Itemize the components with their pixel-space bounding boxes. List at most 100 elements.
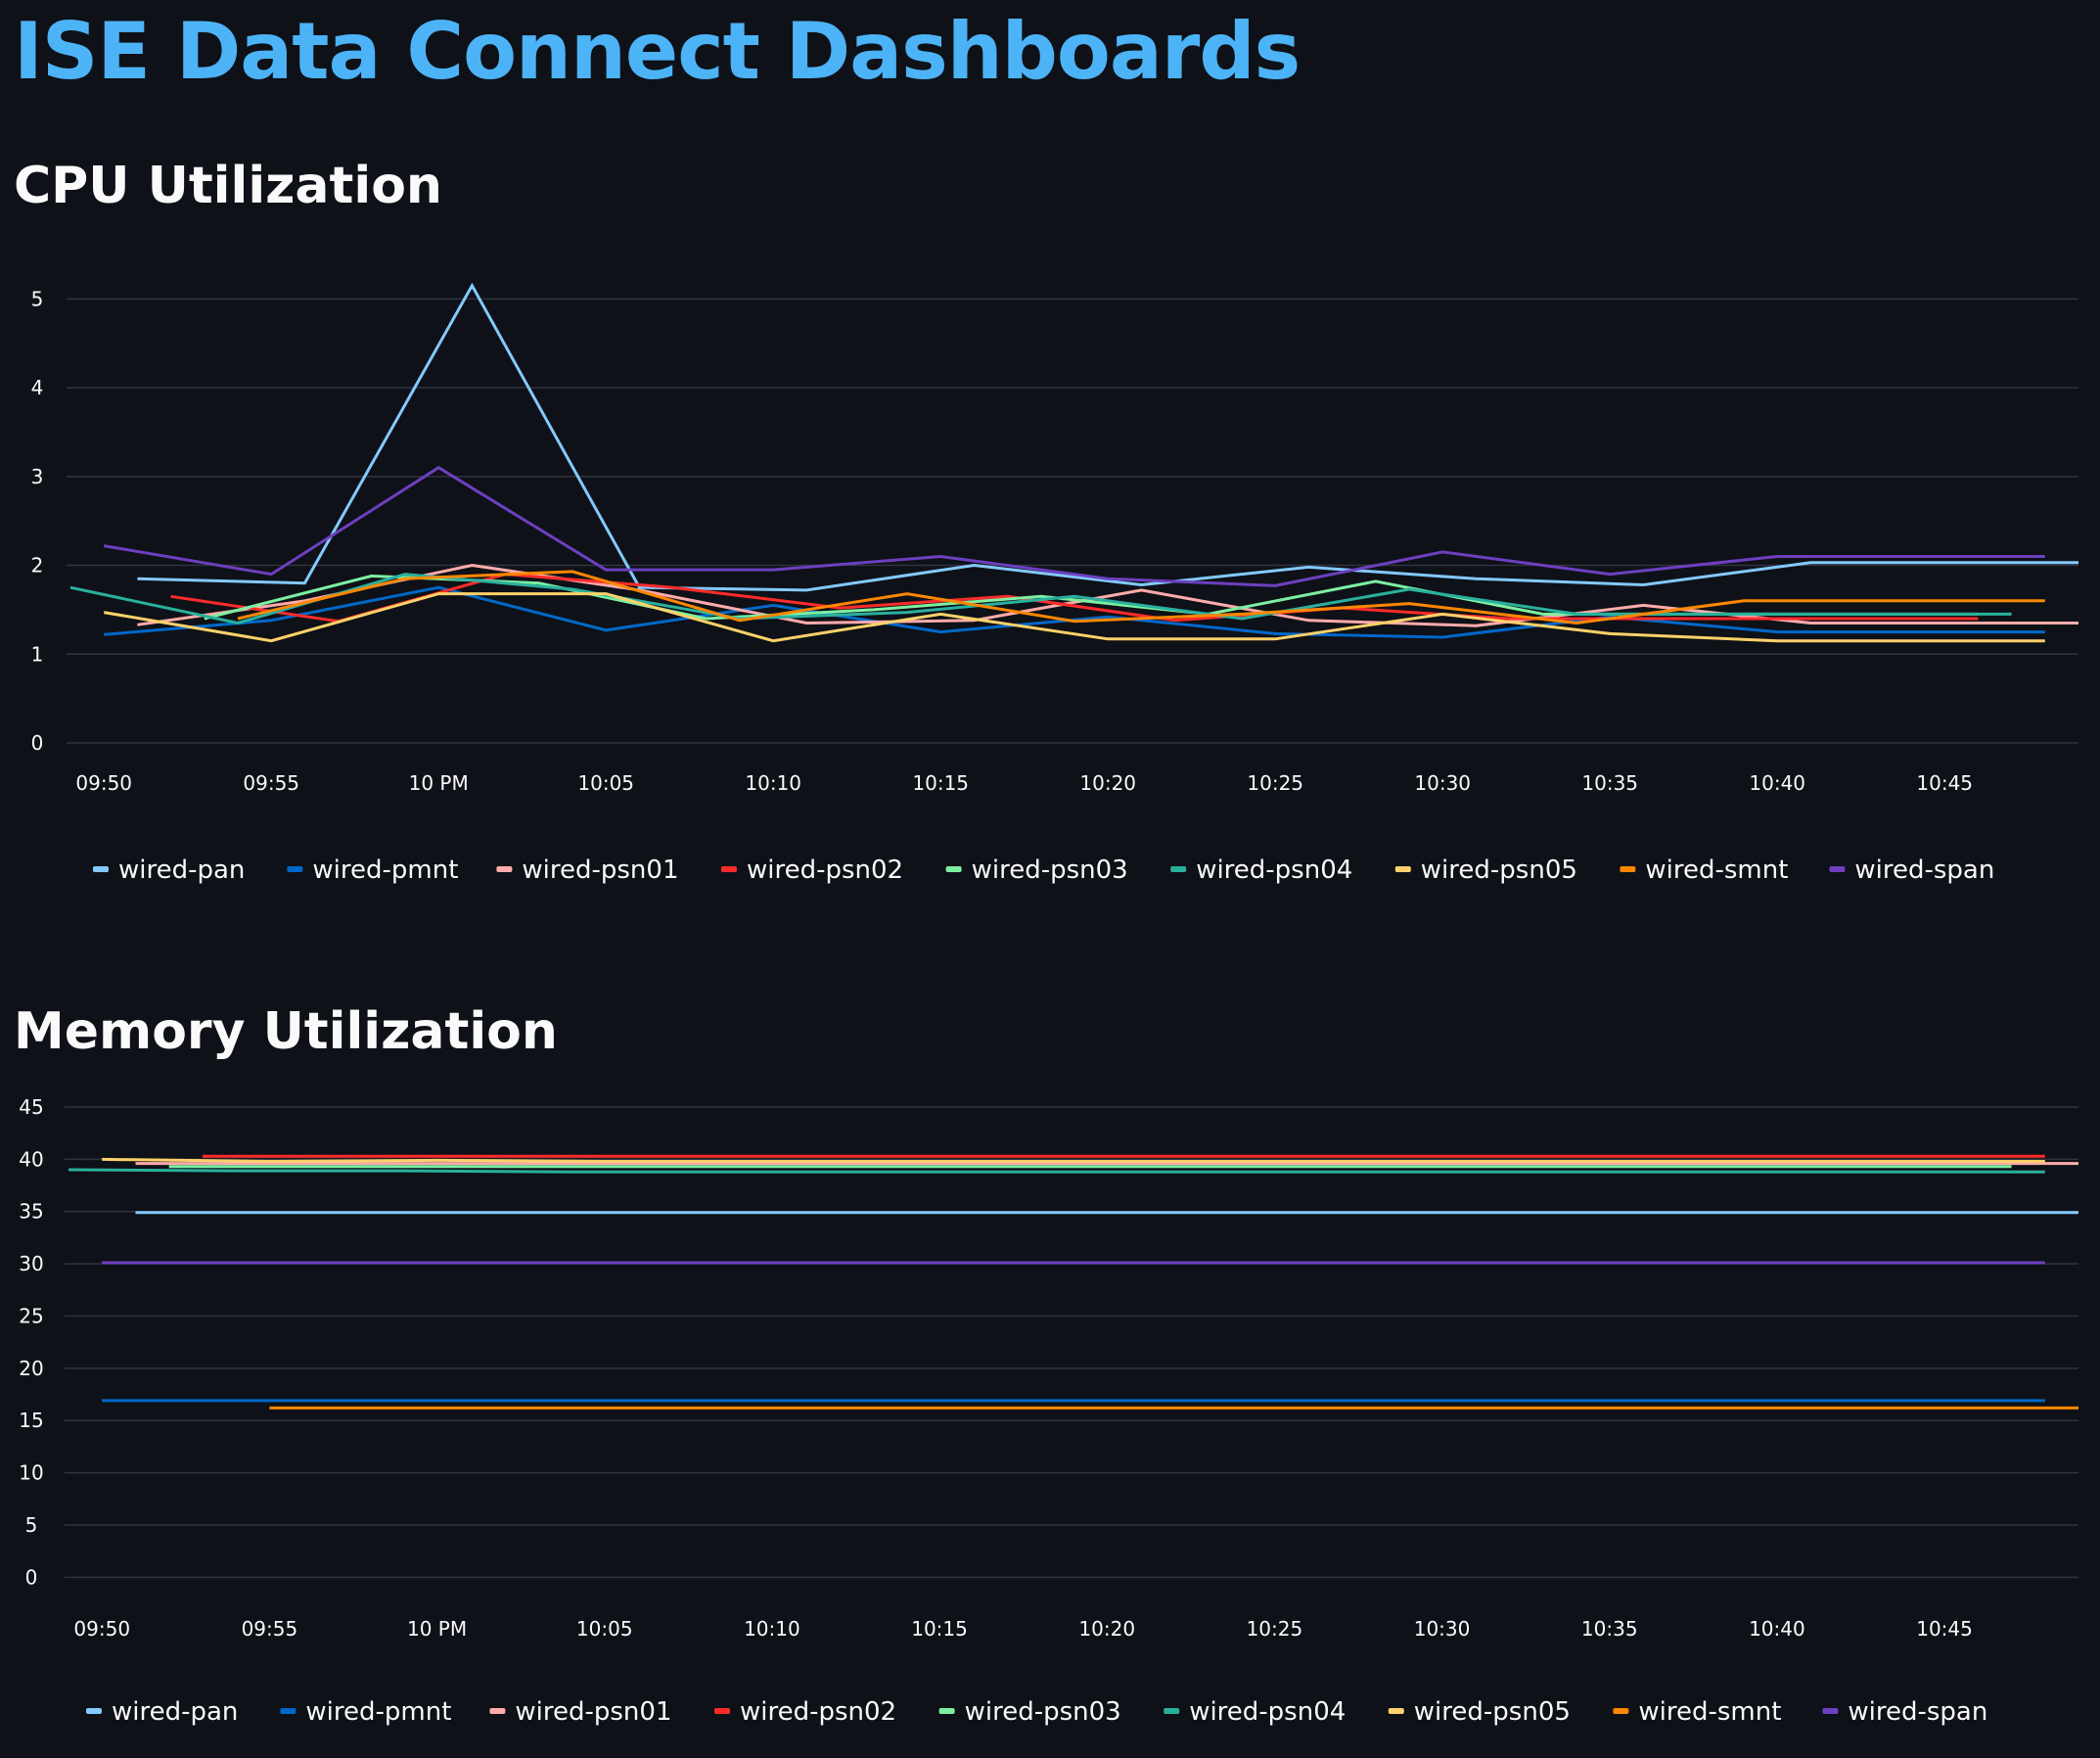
- legend-swatch: [1620, 866, 1636, 872]
- x-tick-label: 10:30: [1414, 771, 1471, 795]
- x-tick-label: 10:05: [577, 771, 634, 795]
- y-tick-label: 30: [19, 1252, 43, 1275]
- legend-item-wired-psn01[interactable]: wired-psn01: [496, 856, 679, 885]
- legend-swatch: [1822, 1708, 1839, 1714]
- memory-utilization-chart[interactable]: 0 5 10 15 20 25 30 35 40 45 09:50 09:55 10 PM 10:05 10…: [0, 1077, 2100, 1752]
- legend-item-wired-psn02[interactable]: wired-psn02: [714, 1697, 896, 1727]
- x-tick-label: 10:20: [1078, 1617, 1135, 1641]
- x-tick-label: 10 PM: [409, 771, 469, 795]
- legend-swatch: [1388, 1708, 1404, 1714]
- x-tick-label: 10:20: [1079, 771, 1136, 795]
- legend-swatch: [287, 866, 303, 872]
- x-tick-label: 10:25: [1247, 1617, 1303, 1641]
- y-tick-label: 25: [19, 1304, 43, 1327]
- legend-swatch: [714, 1708, 730, 1714]
- legend-swatch: [938, 1708, 955, 1714]
- y-tick-label: 40: [19, 1147, 43, 1171]
- x-tick-label: 09:50: [75, 771, 132, 795]
- legend-item-wired-span[interactable]: wired-span: [1822, 1697, 1987, 1727]
- y-tick-label: 2: [31, 554, 44, 578]
- legend-swatch: [945, 866, 962, 872]
- cpu-utilization-chart[interactable]: 0 1 2 3 4 5 09:50 09:55 10 PM 10:05 10:10 10:15 10:2…: [0, 254, 2100, 901]
- y-tick-label: 45: [19, 1095, 43, 1119]
- series-line-wired-span[interactable]: [103, 465, 2045, 587]
- legend-swatch: [280, 1708, 297, 1714]
- memory-series-lines: [68, 1154, 2078, 1410]
- legend-label: wired-psn04: [1189, 1697, 1346, 1727]
- legend-swatch: [1829, 866, 1846, 872]
- legend-label: wired-psn02: [740, 1697, 896, 1727]
- x-tick-label: 09:55: [242, 1617, 298, 1641]
- legend-label: wired-psn01: [522, 856, 678, 885]
- legend-swatch: [1613, 1708, 1629, 1714]
- x-tick-label: 10:35: [1581, 1617, 1638, 1641]
- legend-item-wired-pan[interactable]: wired-pan: [93, 856, 245, 885]
- legend-item-wired-psn04[interactable]: wired-psn04: [1164, 1697, 1346, 1727]
- x-tick-label: 10:05: [576, 1617, 633, 1641]
- cpu-section-title: CPU Utilization: [14, 157, 442, 215]
- memory-x-axis: 09:50 09:55 10 PM 10:05 10:10 10:15 10:20 10:25…: [73, 1617, 1972, 1641]
- legend-swatch: [489, 1708, 506, 1714]
- x-tick-label: 10:40: [1749, 1617, 1805, 1641]
- legend-item-wired-psn05[interactable]: wired-psn05: [1394, 856, 1577, 885]
- legend-label: wired-psn05: [1414, 1697, 1571, 1727]
- x-tick-label: 10 PM: [407, 1617, 467, 1641]
- cpu-x-axis: 09:50 09:55 10 PM 10:05 10:10 10:15 10:20 10:25…: [75, 771, 1973, 795]
- memory-section-title: Memory Utilization: [14, 1002, 558, 1061]
- legend-item-wired-psn03[interactable]: wired-psn03: [945, 856, 1128, 885]
- y-tick-label: 0: [25, 1565, 38, 1589]
- legend-label: wired-pan: [112, 1697, 238, 1727]
- y-tick-label: 15: [19, 1409, 43, 1432]
- legend-item-wired-smnt[interactable]: wired-smnt: [1620, 856, 1788, 885]
- memory-legend: wired-pan wired-pmnt wired-psn01 wired-psn0…: [86, 1697, 1987, 1727]
- y-tick-label: 5: [31, 287, 44, 310]
- y-tick-label: 10: [19, 1461, 43, 1485]
- y-tick-label: 35: [19, 1200, 43, 1224]
- x-tick-label: 10:40: [1749, 771, 1805, 795]
- y-tick-label: 5: [25, 1513, 38, 1537]
- legend-item-wired-pmnt[interactable]: wired-pmnt: [280, 1697, 451, 1727]
- app-title: ISE Data Connect Dashboards: [14, 6, 1301, 97]
- legend-item-wired-psn04[interactable]: wired-psn04: [1170, 856, 1352, 885]
- legend-item-wired-psn05[interactable]: wired-psn05: [1388, 1697, 1571, 1727]
- x-tick-label: 10:30: [1414, 1617, 1471, 1641]
- legend-item-wired-psn01[interactable]: wired-psn01: [489, 1697, 672, 1727]
- series-line-wired-pan[interactable]: [137, 282, 2078, 592]
- legend-label: wired-psn03: [965, 1697, 1121, 1727]
- legend-label: wired-pmnt: [305, 1697, 451, 1727]
- legend-label: wired-smnt: [1645, 856, 1788, 885]
- legend-item-wired-span[interactable]: wired-span: [1829, 856, 1994, 885]
- legend-label: wired-pmnt: [312, 856, 458, 885]
- x-tick-label: 10:15: [911, 1617, 968, 1641]
- x-tick-label: 10:35: [1581, 771, 1638, 795]
- dashboard-page: ISE Data Connect Dashboards CPU Utilizat…: [0, 0, 2100, 1758]
- legend-item-wired-pan[interactable]: wired-pan: [86, 1697, 238, 1727]
- x-tick-label: 10:25: [1247, 771, 1303, 795]
- legend-label: wired-psn02: [747, 856, 903, 885]
- series-line-wired-psn04[interactable]: [68, 1168, 2045, 1174]
- legend-item-wired-pmnt[interactable]: wired-pmnt: [287, 856, 458, 885]
- x-tick-label: 10:10: [745, 771, 801, 795]
- x-tick-label: 10:10: [744, 1617, 800, 1641]
- x-tick-label: 10:45: [1916, 1617, 1973, 1641]
- x-tick-label: 10:15: [912, 771, 969, 795]
- cpu-series-lines: [69, 282, 2078, 643]
- legend-label: wired-psn01: [515, 1697, 671, 1727]
- legend-item-wired-psn03[interactable]: wired-psn03: [938, 1697, 1121, 1727]
- legend-swatch: [1394, 866, 1411, 872]
- legend-item-wired-smnt[interactable]: wired-smnt: [1613, 1697, 1781, 1727]
- legend-swatch: [1164, 1708, 1180, 1714]
- y-tick-label: 3: [31, 465, 44, 488]
- legend-swatch: [1170, 866, 1187, 872]
- legend-label: wired-span: [1848, 1697, 1987, 1727]
- legend-swatch: [93, 866, 109, 872]
- legend-label: wired-smnt: [1638, 1697, 1781, 1727]
- legend-label: wired-psn03: [972, 856, 1128, 885]
- legend-label: wired-psn04: [1196, 856, 1352, 885]
- y-tick-label: 20: [19, 1357, 43, 1380]
- x-tick-label: 10:45: [1916, 771, 1973, 795]
- legend-item-wired-psn02[interactable]: wired-psn02: [721, 856, 903, 885]
- y-tick-label: 1: [31, 642, 44, 666]
- legend-label: wired-pan: [118, 856, 245, 885]
- x-tick-label: 09:55: [243, 771, 299, 795]
